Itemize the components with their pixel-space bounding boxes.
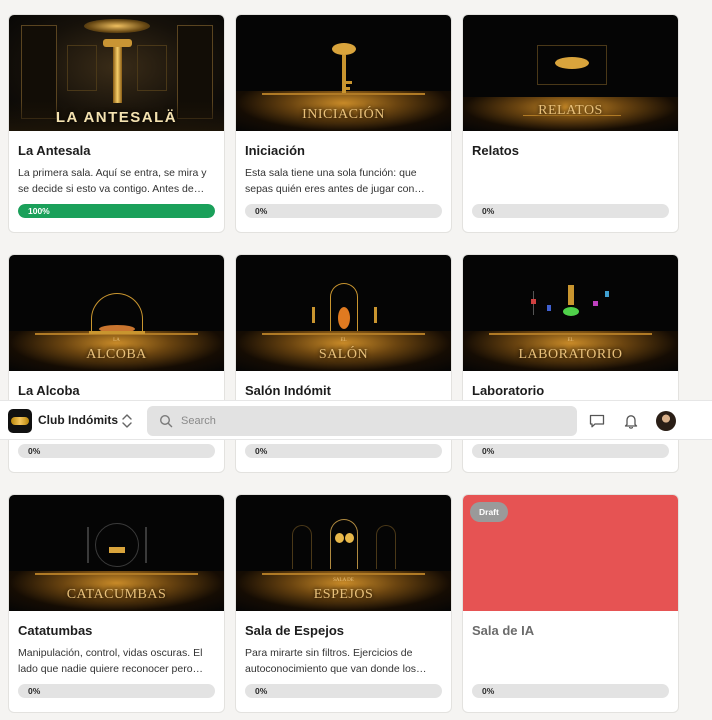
course-thumbnail: SALA DE ESPEJOS: [236, 495, 451, 611]
course-card-la-alcoba[interactable]: LA ALCOBA La Alcoba 0%: [8, 254, 225, 473]
course-card-catatumbas[interactable]: CATACUMBAS Catatumbas Manipulación, cont…: [8, 494, 225, 713]
messages-button[interactable]: [587, 411, 607, 431]
art-title: ESPEJOS: [313, 587, 374, 602]
course-title: Catatumbas: [18, 623, 93, 638]
course-thumbnail: INICIACIÓN: [236, 15, 451, 131]
course-title: Salón Indómit: [245, 383, 331, 398]
course-description: Manipulación, control, vidas oscuras. El…: [18, 647, 203, 675]
art-subtitle: LA: [113, 338, 120, 343]
art-title: INICIACIÓN: [302, 107, 385, 122]
search-bar[interactable]: [147, 406, 577, 436]
art-title: LA ANTESALÄ: [55, 109, 178, 126]
course-thumbnail: LA ANTESALÄ: [9, 15, 224, 131]
progress-label: 0%: [28, 446, 41, 456]
course-title: Iniciación: [245, 143, 305, 158]
art-stage: [261, 333, 426, 335]
course-card-iniciacion[interactable]: INICIACIÓN Iniciación Esta sala tiene un…: [235, 14, 452, 233]
course-title: La Antesala: [18, 143, 91, 158]
art-title: LABORATORIO: [518, 347, 623, 362]
art-title: ALCOBA: [86, 347, 147, 362]
course-description: Para mirarte sin filtros. Ejercicios de …: [245, 647, 417, 675]
art-title: CATACUMBAS: [66, 587, 167, 602]
top-bar: Club Indómits: [0, 400, 712, 440]
progress-bar: 0%: [18, 444, 215, 458]
course-description: La primera sala. Aquí se entra, se mira …: [18, 167, 207, 195]
chevron-up-down-icon: [122, 414, 132, 428]
progress-bar: 0%: [18, 684, 215, 698]
course-card-sala-de-ia[interactable]: Draft Sala de IA 0%: [462, 494, 679, 713]
course-card-la-antesala[interactable]: LA ANTESALÄ La Antesala La primera sala.…: [8, 14, 225, 233]
course-title: Laboratorio: [472, 383, 545, 398]
course-description: [472, 646, 669, 677]
progress-bar: 0%: [245, 444, 442, 458]
progress-label: 0%: [482, 446, 495, 456]
course-description: Esta sala tiene una sola función: que se…: [245, 167, 417, 195]
course-card-laboratorio[interactable]: EL LABORATORIO Laboratorio 0%: [462, 254, 679, 473]
search-input[interactable]: [181, 406, 561, 436]
bell-icon: [624, 415, 638, 429]
progress-bar: 0%: [472, 684, 669, 698]
course-title: La Alcoba: [18, 383, 80, 398]
progress-bar: 100%: [18, 204, 215, 218]
art-subtitle: EL: [567, 338, 574, 343]
progress-label: 0%: [255, 446, 268, 456]
community-logo[interactable]: [8, 409, 32, 433]
progress-label: 0%: [482, 206, 495, 216]
art-subtitle: SALA DE: [333, 578, 354, 583]
notifications-button[interactable]: [621, 411, 641, 431]
art-stage: [261, 573, 426, 575]
art-stage: [261, 93, 426, 95]
progress-label: 0%: [28, 686, 41, 696]
course-card-relatos[interactable]: RELATOS Relatos 0%: [462, 14, 679, 233]
course-thumbnail: CATACUMBAS: [9, 495, 224, 611]
course-title: Relatos: [472, 143, 519, 158]
course-card-sala-de-espejos[interactable]: SALA DE ESPEJOS Sala de Espejos Para mir…: [235, 494, 452, 713]
art-subtitle: EL: [340, 338, 347, 343]
course-thumbnail: EL SALÓN: [236, 255, 451, 371]
course-thumbnail: Draft: [463, 495, 678, 611]
progress-bar: 0%: [472, 204, 669, 218]
draft-badge: Draft: [470, 502, 508, 522]
progress-bar: 0%: [245, 204, 442, 218]
course-title: Sala de IA: [472, 623, 535, 638]
course-description: [472, 166, 669, 197]
community-name[interactable]: Club Indómits: [38, 413, 118, 427]
progress-label: 100%: [28, 206, 50, 216]
art-title: RELATOS: [538, 103, 603, 118]
art-title: SALÓN: [318, 347, 369, 362]
art-stage: [34, 573, 199, 575]
chat-bubble-icon: [589, 414, 605, 428]
course-card-salon-indomit[interactable]: EL SALÓN Salón Indómit 0%: [235, 254, 452, 473]
progress-bar: 0%: [472, 444, 669, 458]
art-stage: [488, 333, 653, 335]
course-thumbnail: RELATOS: [463, 15, 678, 131]
mask-icon: [11, 417, 29, 425]
progress-label: 0%: [255, 206, 268, 216]
course-title: Sala de Espejos: [245, 623, 344, 638]
progress-label: 0%: [482, 686, 495, 696]
course-thumbnail: LA ALCOBA: [9, 255, 224, 371]
course-thumbnail: EL LABORATORIO: [463, 255, 678, 371]
progress-bar: 0%: [245, 684, 442, 698]
user-avatar[interactable]: [656, 411, 676, 431]
progress-label: 0%: [255, 686, 268, 696]
search-icon: [159, 414, 173, 428]
community-switcher[interactable]: [120, 411, 134, 431]
